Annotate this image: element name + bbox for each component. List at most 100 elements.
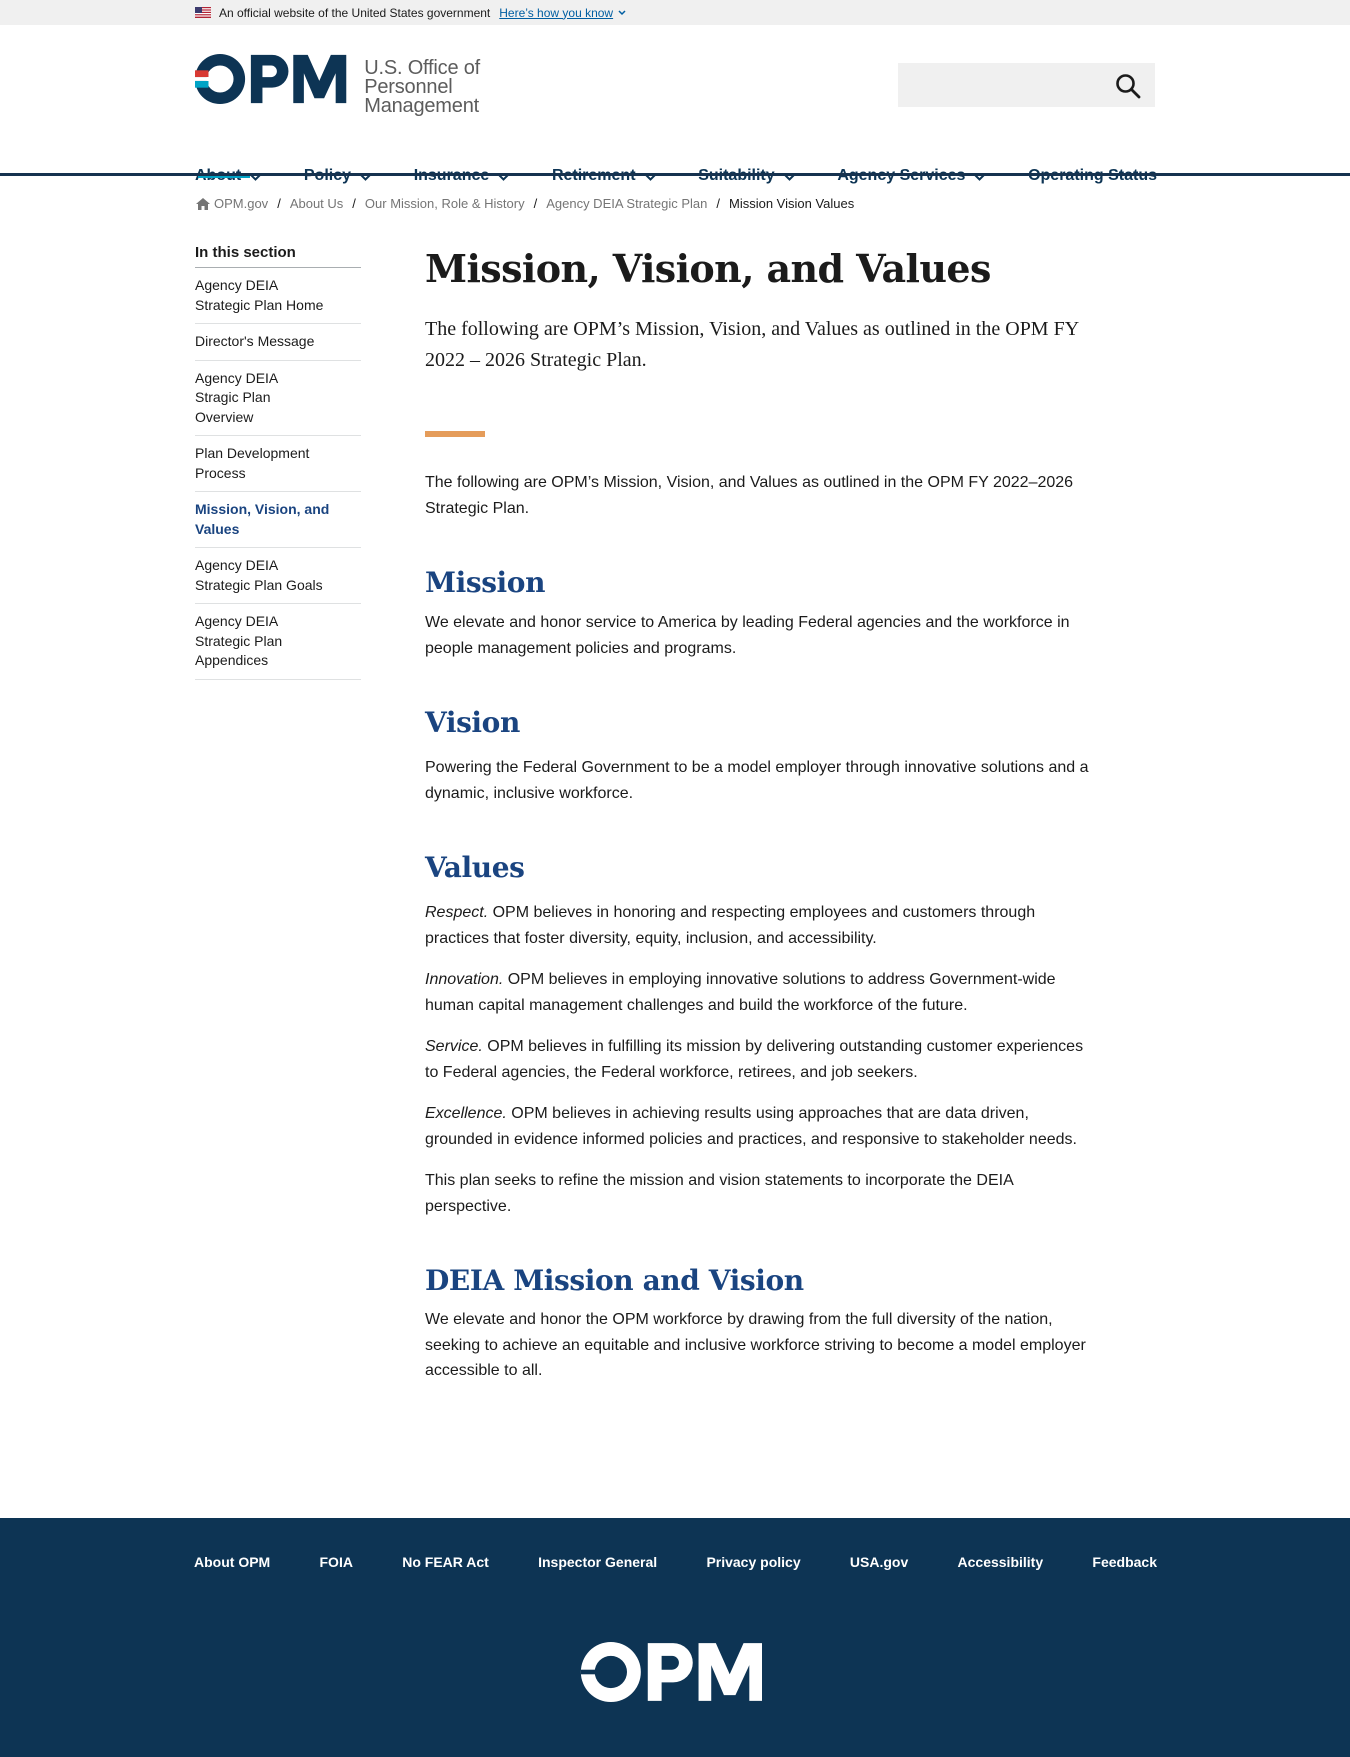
value-text: to Federal agencies, the Federal workfor…: [425, 1063, 918, 1081]
sidebar-item-plan-appendices[interactable]: Agency DEIA Strategic Plan Appendices: [195, 604, 361, 680]
breadcrumb-current: Mission Vision Values: [728, 196, 855, 211]
nav-item-about[interactable]: About: [195, 140, 262, 184]
footer-link-foia[interactable]: FOIA: [320, 1554, 353, 1570]
sidebar-item-deia-home[interactable]: Agency DEIA Strategic Plan Home: [195, 268, 361, 324]
nav-label: Agency Services: [837, 167, 965, 185]
sidebar-item-directors-message[interactable]: Director's Message: [195, 324, 361, 361]
footer-links: About OPM FOIA No FEAR Act Inspector Gen…: [194, 1554, 1157, 1570]
nav-item-retirement[interactable]: Retirement: [552, 140, 657, 184]
sidebar-item-label: Stragic Plan: [195, 389, 271, 405]
sidebar-item-plan-overview[interactable]: Agency DEIA Stragic Plan Overview: [195, 361, 361, 436]
nav-label: Suitability: [698, 167, 774, 185]
sidebar-item-label: Values: [195, 520, 240, 537]
sidebar-item-label: Strategic Plan: [195, 632, 283, 649]
value-innovation: Innovation. OPM believes in employing in…: [425, 967, 1125, 1018]
intro-line: The following are OPM’s Mission, Vision,…: [425, 474, 1074, 491]
home-icon: [196, 197, 210, 210]
breadcrumb: OPM.gov / About Us / Our Mission, Role &…: [196, 196, 854, 211]
nav-label: Policy: [304, 167, 351, 185]
nav-item-policy[interactable]: Policy: [304, 140, 372, 184]
value-term: Service.: [425, 1038, 483, 1055]
sidebar-item-mission-vision-values[interactable]: Mission, Vision, and Values: [195, 492, 361, 548]
site-header: U.S. Office of Personnel Management Abou…: [0, 25, 1350, 184]
lead-line: 2022 – 2026 Strategic Plan.: [425, 349, 647, 371]
value-respect: Respect. OPM believes in honoring and re…: [425, 900, 1125, 951]
heres-how-you-know-link[interactable]: Here’s how you know: [499, 6, 613, 20]
page-title: Mission, Vision, and Values: [425, 246, 991, 291]
vision-line: dynamic, inclusive workforce.: [425, 784, 634, 802]
value-text: grounded in evidence informed policies a…: [425, 1130, 1077, 1148]
breadcrumb-our-mission[interactable]: Our Mission, Role & History: [365, 196, 525, 211]
accent-divider: [425, 431, 485, 437]
value-text: OPM believes in fulfilling its mission b…: [482, 1038, 1084, 1055]
breadcrumb-separator: /: [277, 196, 281, 211]
value-text: OPM believes in achieving results using …: [506, 1105, 1029, 1122]
lead-line: The following are OPM’s Mission, Vision,…: [425, 318, 1080, 340]
value-text: practices that foster diversity, equity,…: [425, 929, 877, 947]
intro-line: Strategic Plan.: [425, 499, 530, 517]
footer-link-inspector-general[interactable]: Inspector General: [538, 1554, 657, 1570]
value-text: OPM believes in honoring and respecting …: [488, 904, 1036, 921]
lead-paragraph: The following are OPM’s Mission, Vision,…: [425, 314, 1125, 376]
sidebar-item-label: Agency DEIA: [195, 557, 279, 573]
footer-opm-logo[interactable]: [580, 1642, 764, 1702]
search-icon[interactable]: [1115, 73, 1141, 99]
deia-line: accessible to all.: [425, 1362, 543, 1379]
sidebar-item-label: Director's Message: [195, 333, 315, 349]
sidebar-item-label: Strategic Plan Goals: [195, 576, 323, 593]
nav-item-operating-status[interactable]: Operating Status: [1028, 140, 1157, 184]
refine-paragraph: This plan seeks to refine the mission an…: [425, 1168, 1125, 1219]
value-term: Respect.: [425, 904, 489, 921]
vision-heading: Vision: [425, 706, 520, 739]
deia-line: We elevate and honor the OPM workforce b…: [425, 1311, 1053, 1328]
chevron-down-icon[interactable]: [618, 9, 626, 16]
footer-link-usa-gov[interactable]: USA.gov: [850, 1554, 908, 1570]
sidebar-item-label: Mission, Vision, and: [195, 501, 330, 517]
value-term: Innovation.: [425, 971, 504, 988]
sidebar-item-label: Strategic Plan Home: [195, 296, 324, 313]
footer-link-privacy-policy[interactable]: Privacy policy: [706, 1554, 800, 1570]
gov-banner: An official website of the United States…: [0, 0, 1350, 25]
sidebar-item-label: Process: [195, 464, 246, 481]
site-footer: About OPM FOIA No FEAR Act Inspector Gen…: [0, 1518, 1350, 1757]
sidebar-item-plan-goals[interactable]: Agency DEIA Strategic Plan Goals: [195, 548, 361, 604]
main-content: Mission, Vision, and Values The followin…: [425, 242, 1125, 1384]
footer-link-accessibility[interactable]: Accessibility: [958, 1554, 1044, 1570]
deia-line: seeking to achieve an equitable and incl…: [425, 1336, 1086, 1354]
sidebar-item-label: Agency DEIA: [195, 277, 279, 293]
values-heading: Values: [425, 851, 525, 884]
nav-label: About: [195, 167, 241, 185]
refine-line: This plan seeks to refine the mission an…: [425, 1172, 1014, 1189]
refine-line: perspective.: [425, 1197, 512, 1215]
sidebar-item-label: Plan Development: [195, 445, 310, 461]
nav-item-insurance[interactable]: Insurance: [414, 140, 511, 184]
sidebar-item-plan-development[interactable]: Plan Development Process: [195, 436, 361, 492]
sidebar-title: In this section: [195, 244, 361, 268]
gov-banner-text: An official website of the United States…: [219, 5, 491, 20]
footer-link-feedback[interactable]: Feedback: [1092, 1554, 1157, 1570]
footer-link-no-fear-act[interactable]: No FEAR Act: [402, 1554, 489, 1570]
opm-logo[interactable]: U.S. Office of Personnel Management: [195, 53, 565, 116]
us-flag-icon: [195, 7, 211, 18]
breadcrumb-separator: /: [533, 196, 538, 211]
breadcrumb-about-us[interactable]: About Us: [290, 196, 343, 211]
value-text: OPM believes in employing innovative sol…: [503, 971, 1056, 988]
main-nav: About Policy Insurance Retirement Suitab…: [195, 140, 1157, 184]
footer-link-about-opm[interactable]: About OPM: [194, 1554, 270, 1570]
vision-line: Powering the Federal Government to be a …: [425, 759, 1089, 776]
sidebar-item-label: Overview: [195, 408, 254, 425]
nav-item-agency-services[interactable]: Agency Services: [837, 140, 987, 184]
nav-item-suitability[interactable]: Suitability: [698, 140, 796, 184]
value-term: Excellence.: [425, 1105, 507, 1122]
breadcrumb-opm-gov[interactable]: OPM.gov: [214, 196, 268, 211]
agency-name: U.S. Office of Personnel Management: [364, 58, 565, 116]
breadcrumb-deia-plan[interactable]: Agency DEIA Strategic Plan: [546, 196, 707, 211]
value-excellence: Excellence. OPM believes in achieving re…: [425, 1101, 1125, 1152]
value-text: human capital management challenges and …: [425, 996, 968, 1014]
nav-label: Insurance: [414, 167, 490, 185]
mission-heading: Mission: [425, 566, 546, 599]
sidebar-item-label: Agency DEIA: [195, 613, 279, 629]
deia-paragraph: We elevate and honor the OPM workforce b…: [425, 1307, 1125, 1384]
mission-paragraph: We elevate and honor service to America …: [425, 610, 1125, 661]
breadcrumb-separator: /: [716, 196, 720, 211]
